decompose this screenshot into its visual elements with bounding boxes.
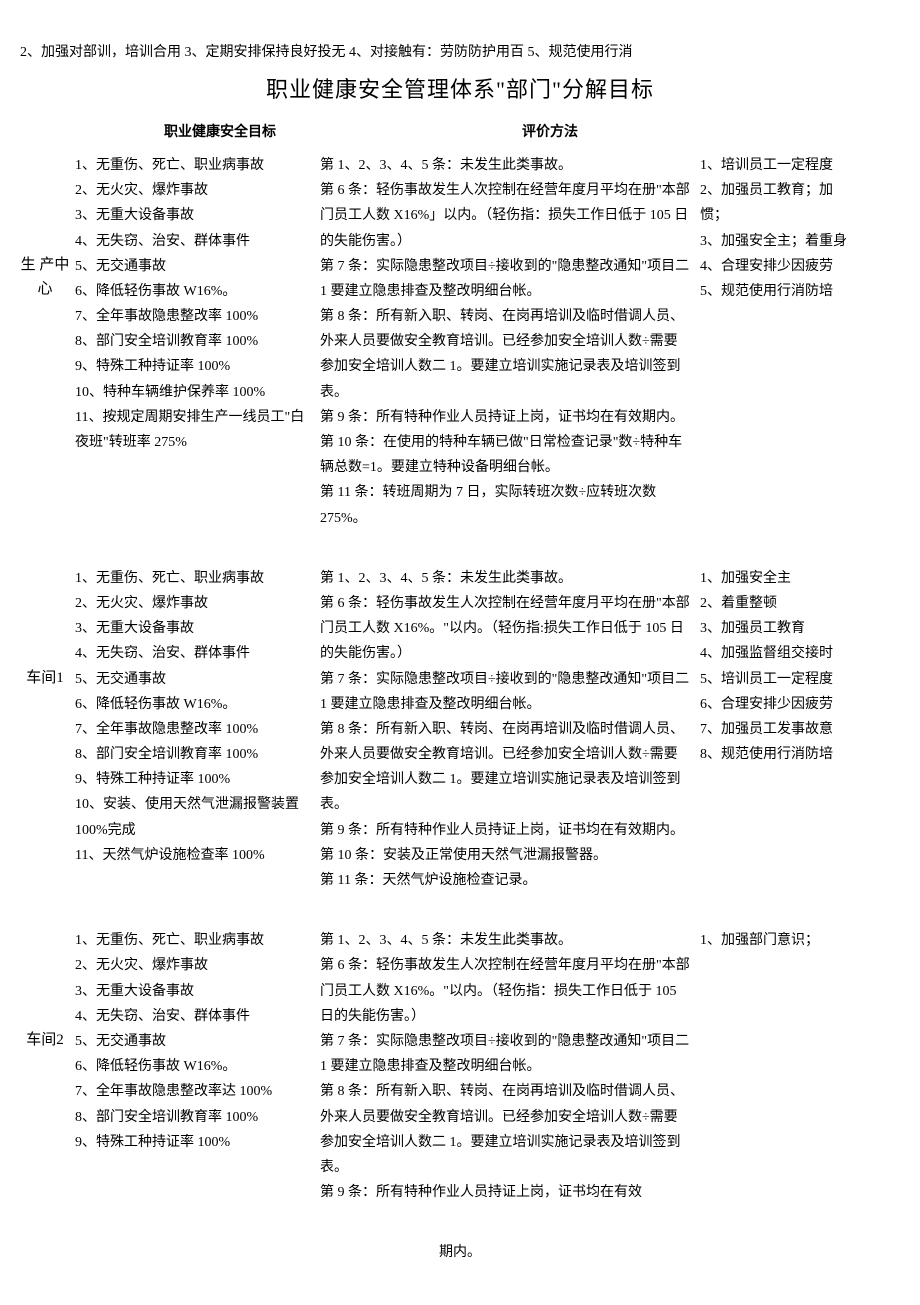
department-section: 生 产中心1、无重伤、死亡、职业病事故2、无火灾、爆炸事故3、无重大设备事故4、… [20, 153, 900, 531]
goal-item: 1、无重伤、死亡、职业病事故 [70, 566, 310, 591]
evaluation-item: 第 9 条：所有特种作业人员持证上岗，证书均在有效 [320, 1180, 690, 1205]
evaluation-column: 第 1、2、3、4、5 条：未发生此类事故。第 6 条：轻伤事故发生人次控制在经… [320, 566, 700, 893]
measures-column: 1、加强部门意识； [700, 928, 860, 953]
goals-column: 1、无重伤、死亡、职业病事故2、无火灾、爆炸事故3、无重大设备事故4、无失窃、治… [70, 566, 320, 868]
goal-item: 11、天然气炉设施检查率 100% [70, 843, 310, 868]
goal-item: 2、无火灾、爆炸事故 [70, 591, 310, 616]
measure-item: 1、加强部门意识； [700, 928, 860, 953]
goal-item: 3、无重大设备事故 [70, 203, 310, 228]
evaluation-item: 第 10 条：在使用的特种车辆已做"日常检查记录"数÷特种车辆总数=1。要建立特… [320, 430, 690, 480]
goal-item: 9、特殊工种持证率 100% [70, 354, 310, 379]
goal-item: 5、无交通事故 [70, 667, 310, 692]
goal-item: 3、无重大设备事故 [70, 979, 310, 1004]
evaluation-item: 第 8 条：所有新入职、转岗、在岗再培训及临时借调人员、外来人员要做安全教育培训… [320, 1079, 690, 1180]
goal-item: 4、无失窃、治安、群体事件 [70, 229, 310, 254]
measure-item: 4、加强监督组交接时 [700, 641, 860, 666]
evaluation-item: 第 7 条：实际隐患整改项目÷接收到的"隐患整改通知"项目二 1 要建立隐患排查… [320, 667, 690, 717]
goal-item: 6、降低轻伤事故 W16%。 [70, 692, 310, 717]
measure-item: 7、加强员工发事故意 [700, 717, 860, 742]
goal-item: 2、无火灾、爆炸事故 [70, 178, 310, 203]
evaluation-item: 第 6 条：轻伤事故发生人次控制在经营年度月平均在册"本部门员工人数 X16%」… [320, 178, 690, 254]
measure-item: 8、规范使用行消防培 [700, 742, 860, 767]
goal-item: 9、特殊工种持证率 100% [70, 1130, 310, 1155]
measure-item: 2、加强员工教育；加惯； [700, 178, 860, 228]
evaluation-item: 第 8 条：所有新入职、转岗、在岗再培训及临时借调人员、外来人员要做安全教育培训… [320, 717, 690, 818]
goal-item: 8、部门安全培训教育率 100% [70, 742, 310, 767]
evaluation-item: 第 8 条：所有新入职、转岗、在岗再培训及临时借调人员、外来人员要做安全教育培训… [320, 304, 690, 405]
goal-item: 6、降低轻伤事故 W16%。 [70, 279, 310, 304]
evaluation-item: 第 11 条：天然气炉设施检查记录。 [320, 868, 690, 893]
measure-item: 1、加强安全主 [700, 566, 860, 591]
evaluation-item: 第 6 条：轻伤事故发生人次控制在经营年度月平均在册"本部门员工人数 X16%。… [320, 953, 690, 1029]
column-header-evaluation: 评价方法 [360, 120, 740, 145]
department-section: 车间21、无重伤、死亡、职业病事故2、无火灾、爆炸事故3、无重大设备事故4、无失… [20, 928, 900, 1205]
goal-item: 5、无交通事故 [70, 254, 310, 279]
goal-item: 4、无失窃、治安、群体事件 [70, 641, 310, 666]
goal-item: 9、特殊工种持证率 100% [70, 767, 310, 792]
evaluation-item: 第 1、2、3、4、5 条：未发生此类事故。 [320, 153, 690, 178]
goal-item: 8、部门安全培训教育率 100% [70, 329, 310, 354]
measure-item: 1、培训员工一定程度 [700, 153, 860, 178]
column-headers-row: 职业健康安全目标 评价方法 [20, 120, 900, 145]
measures-column: 1、加强安全主2、着重整顿3、加强员工教育4、加强监督组交接时5、培训员工一定程… [700, 566, 860, 768]
evaluation-item: 第 1、2、3、4、5 条：未发生此类事故。 [320, 928, 690, 953]
goal-item: 10、安装、使用天然气泄漏报警装置 100%完成 [70, 792, 310, 842]
document-title: 职业健康安全管理体系"部门"分解目标 [20, 70, 900, 110]
goals-column: 1、无重伤、死亡、职业病事故2、无火灾、爆炸事故3、无重大设备事故4、无失窃、治… [70, 928, 320, 1155]
evaluation-item: 第 7 条：实际隐患整改项目÷接收到的"隐患整改通知"项目二 1 要建立隐患排查… [320, 254, 690, 304]
evaluation-item: 第 1、2、3、4、5 条：未发生此类事故。 [320, 566, 690, 591]
evaluation-column: 第 1、2、3、4、5 条：未发生此类事故。第 6 条：轻伤事故发生人次控制在经… [320, 153, 700, 531]
measure-item: 6、合理安排少因疲劳 [700, 692, 860, 717]
evaluation-item: 第 9 条：所有特种作业人员持证上岗，证书均在有效期内。 [320, 405, 690, 430]
measure-item: 3、加强安全主；着重身 [700, 229, 860, 254]
goal-item: 6、降低轻伤事故 W16%。 [70, 1054, 310, 1079]
evaluation-item: 第 9 条：所有特种作业人员持证上岗，证书均在有效期内。 [320, 818, 690, 843]
goal-item: 7、全年事故隐患整改率 100% [70, 717, 310, 742]
footer-text: 期内。 [20, 1240, 900, 1265]
column-header-goals: 职业健康安全目标 [80, 120, 360, 145]
goal-item: 10、特种车辆维护保养率 100% [70, 380, 310, 405]
evaluation-item: 第 6 条：轻伤事故发生人次控制在经营年度月平均在册"本部门员工人数 X16%。… [320, 591, 690, 667]
evaluation-item: 第 7 条：实际隐患整改项目÷接收到的"隐患整改通知"项目二 1 要建立隐患排查… [320, 1029, 690, 1079]
evaluation-column: 第 1、2、3、4、5 条：未发生此类事故。第 6 条：轻伤事故发生人次控制在经… [320, 928, 700, 1205]
goals-column: 1、无重伤、死亡、职业病事故2、无火灾、爆炸事故3、无重大设备事故4、无失窃、治… [70, 153, 320, 455]
measure-item: 5、规范使用行消防培 [700, 279, 860, 304]
goal-item: 8、部门安全培训教育率 100% [70, 1105, 310, 1130]
goal-item: 4、无失窃、治安、群体事件 [70, 1004, 310, 1029]
measure-item: 4、合理安排少因疲劳 [700, 254, 860, 279]
department-section: 车间11、无重伤、死亡、职业病事故2、无火灾、爆炸事故3、无重大设备事故4、无失… [20, 566, 900, 893]
goal-item: 7、全年事故隐患整改率达 100% [70, 1079, 310, 1104]
header-overflow-text: 2、加强对部训，培训合用 3、定期安排保持良好投无 4、对接触有：劳防防护用百 … [20, 40, 900, 65]
goal-item: 3、无重大设备事故 [70, 616, 310, 641]
department-label: 车间2 [20, 928, 70, 1052]
goal-item: 11、按规定周期安排生产一线员工"白夜班"转班率 275% [70, 405, 310, 455]
department-label: 生 产中心 [20, 153, 70, 301]
measure-item: 5、培训员工一定程度 [700, 667, 860, 692]
evaluation-item: 第 11 条：转班周期为 7 日，实际转班次数÷应转班次数275%。 [320, 480, 690, 530]
goal-item: 1、无重伤、死亡、职业病事故 [70, 153, 310, 178]
department-label: 车间1 [20, 566, 70, 690]
measures-column: 1、培训员工一定程度2、加强员工教育；加惯；3、加强安全主；着重身4、合理安排少… [700, 153, 860, 304]
measure-item: 2、着重整顿 [700, 591, 860, 616]
goal-item: 1、无重伤、死亡、职业病事故 [70, 928, 310, 953]
goal-item: 7、全年事故隐患整改率 100% [70, 304, 310, 329]
evaluation-item: 第 10 条：安装及正常使用天然气泄漏报警器。 [320, 843, 690, 868]
goal-item: 5、无交通事故 [70, 1029, 310, 1054]
goal-item: 2、无火灾、爆炸事故 [70, 953, 310, 978]
measure-item: 3、加强员工教育 [700, 616, 860, 641]
